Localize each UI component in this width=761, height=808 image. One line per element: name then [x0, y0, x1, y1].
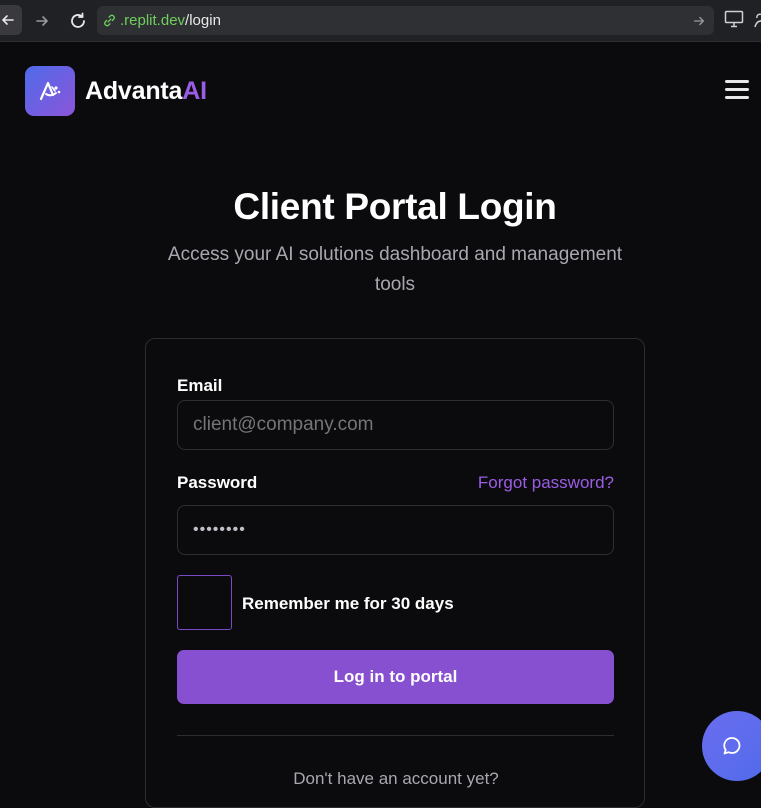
url-path: /login	[185, 12, 221, 29]
browser-reload-button[interactable]	[64, 7, 92, 35]
link-icon	[104, 14, 115, 27]
menu-line	[725, 88, 749, 91]
logo[interactable]	[25, 66, 75, 116]
chat-button[interactable]	[702, 711, 761, 781]
page-title: Client Portal Login	[233, 186, 557, 227]
menu-line	[725, 80, 749, 83]
chat-bubble-icon	[723, 737, 741, 755]
browser-back-button[interactable]	[0, 5, 22, 35]
address-bar[interactable]: .replit.dev/login	[97, 6, 714, 35]
forward-arrow-icon	[36, 16, 49, 26]
advanta-logo-icon	[39, 81, 61, 101]
menu-line	[725, 96, 749, 99]
hamburger-menu-icon[interactable]	[725, 80, 749, 102]
browser-toolbar: .replit.dev/login	[0, 0, 761, 42]
go-arrow-icon[interactable]	[692, 14, 706, 28]
email-field[interactable]	[177, 400, 614, 450]
remember-me-label: Remember me for 30 days	[242, 594, 454, 613]
remember-me-checkbox[interactable]	[177, 575, 232, 630]
url-text: .replit.dev/login	[120, 6, 221, 35]
brand-name[interactable]: AdvantaAI	[85, 77, 207, 106]
back-arrow-icon	[1, 15, 14, 25]
monitor-icon[interactable]	[724, 10, 744, 28]
browser-forward-button[interactable]	[28, 7, 56, 35]
forgot-password-link[interactable]: Forgot password?	[478, 473, 614, 493]
brand-main: Advanta	[85, 77, 183, 105]
reload-icon	[71, 12, 85, 28]
signup-prompt: Don't have an account yet?	[293, 769, 499, 788]
profile-icon[interactable]	[754, 12, 761, 28]
page-subtitle: Access your AI solutions dashboard and m…	[167, 244, 623, 295]
password-field[interactable]: ••••••••	[177, 505, 614, 555]
email-label: Email	[177, 376, 223, 395]
divider	[177, 735, 614, 736]
login-card: Email Password Forgot password? ••••••••…	[145, 338, 645, 808]
brand-accent: AI	[182, 77, 207, 105]
login-button[interactable]: Log in to portal	[177, 650, 614, 704]
password-label: Password	[177, 473, 258, 492]
url-host: .replit.dev	[120, 12, 186, 29]
